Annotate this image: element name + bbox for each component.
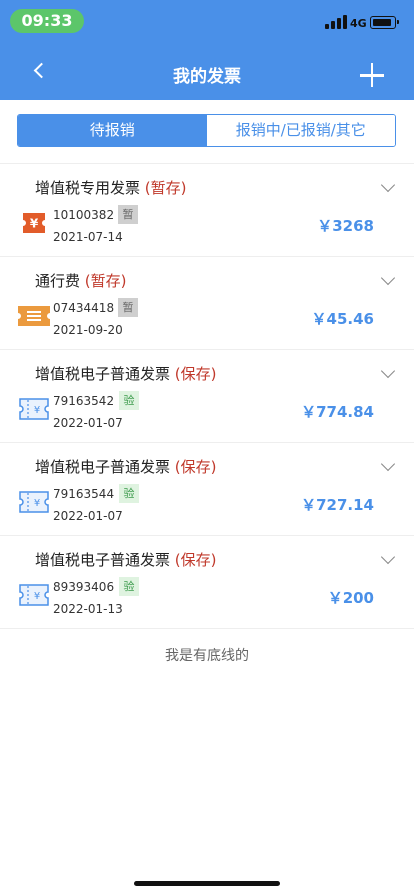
invoice-number: 79163542 [53, 394, 115, 408]
status-bar: 09:33 4G [0, 0, 414, 44]
add-invoice-button[interactable] [358, 62, 386, 90]
invoice-amount: ￥3268 [317, 217, 374, 235]
status-badge: 验 [119, 391, 139, 410]
status-badge: 暂 [118, 298, 138, 317]
svg-text:¥: ¥ [34, 591, 40, 602]
chevron-down-icon[interactable] [380, 456, 396, 472]
invoice-status: (暂存) [84, 272, 127, 290]
invoice-tabs: 待报销 报销中/已报销/其它 [17, 114, 396, 147]
invoice-status: (保存) [174, 551, 217, 569]
invoice-item[interactable]: 增值税电子普通发票 (保存) ¥ 79163544 验 2022-01-07 ￥… [0, 443, 414, 536]
e-invoice-icon: ¥ [19, 491, 49, 513]
tab-processed[interactable]: 报销中/已报销/其它 [206, 115, 395, 146]
invoice-status: (暂存) [144, 179, 187, 197]
network-label: 4G [350, 17, 367, 30]
invoice-number: 79163544 [53, 487, 115, 501]
e-invoice-icon: ¥ [19, 398, 49, 420]
invoice-amount: ￥727.14 [301, 496, 374, 514]
home-indicator [134, 881, 280, 886]
signal-icon [325, 15, 347, 29]
invoice-title: 增值税电子普通发票 (保存) [35, 365, 217, 383]
invoice-item[interactable]: 增值税电子普通发票 (保存) ¥ 79163542 验 2022-01-07 ￥… [0, 350, 414, 443]
invoice-list: 增值税专用发票 (暂存) ¥ 10100382 暂 2021-07-14 ￥32… [0, 163, 414, 629]
invoice-number: 89393406 [53, 580, 115, 594]
status-badge: 验 [119, 577, 139, 596]
invoice-title: 通行费 (暂存) [35, 272, 127, 290]
toll-ticket-icon [18, 306, 50, 326]
invoice-status: (保存) [174, 458, 217, 476]
app-header: 09:33 4G 我的发票 [0, 0, 414, 100]
chevron-down-icon[interactable] [380, 363, 396, 379]
status-time: 09:33 [10, 9, 84, 33]
invoice-date: 2021-09-20 [53, 323, 123, 337]
status-badge: 验 [119, 484, 139, 503]
svg-text:¥: ¥ [34, 405, 40, 416]
yen-ticket-icon: ¥ [23, 213, 45, 233]
invoice-item[interactable]: 增值税电子普通发票 (保存) ¥ 89393406 验 2022-01-13 ￥… [0, 536, 414, 629]
page-title: 我的发票 [173, 67, 241, 87]
chevron-down-icon[interactable] [380, 549, 396, 565]
invoice-amount: ￥774.84 [301, 403, 374, 421]
invoice-date: 2022-01-07 [53, 416, 123, 430]
invoice-date: 2022-01-13 [53, 602, 123, 616]
svg-text:¥: ¥ [30, 217, 39, 231]
invoice-title: 增值税电子普通发票 (保存) [35, 551, 217, 569]
invoice-date: 2022-01-07 [53, 509, 123, 523]
invoice-number: 10100382 [53, 208, 115, 222]
invoice-item[interactable]: 增值税专用发票 (暂存) ¥ 10100382 暂 2021-07-14 ￥32… [0, 164, 414, 257]
invoice-status: (保存) [174, 365, 217, 383]
chevron-down-icon[interactable] [380, 270, 396, 286]
invoice-title: 增值税电子普通发票 (保存) [35, 458, 217, 476]
invoice-title: 增值税专用发票 (暂存) [35, 179, 187, 197]
end-of-list-text: 我是有底线的 [165, 648, 249, 664]
chevron-down-icon[interactable] [380, 177, 396, 193]
battery-icon [370, 16, 399, 29]
tab-pending[interactable]: 待报销 [18, 115, 207, 146]
invoice-amount: ￥45.46 [311, 310, 374, 328]
svg-text:¥: ¥ [34, 498, 40, 509]
invoice-item[interactable]: 通行费 (暂存) 07434418 暂 2021-09-20 ￥45.46 [0, 257, 414, 350]
status-badge: 暂 [118, 205, 138, 224]
invoice-number: 07434418 [53, 301, 115, 315]
invoice-date: 2021-07-14 [53, 230, 123, 244]
e-invoice-icon: ¥ [19, 584, 49, 606]
invoice-amount: ￥200 [327, 589, 374, 607]
